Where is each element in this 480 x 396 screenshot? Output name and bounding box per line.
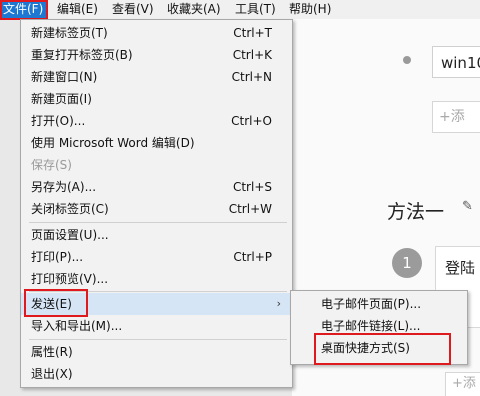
file-menu-dropdown: 新建标签页(T) Ctrl+T 重复打开标签页(B) Ctrl+K 新建窗口(N… — [20, 19, 293, 388]
menu-favorites[interactable]: 收藏夹(A) — [167, 0, 221, 19]
menu-item-label: 新建页面(I) — [31, 92, 92, 106]
menu-item-label: 属性(R) — [31, 345, 73, 359]
menu-item-label: 新建窗口(N) — [31, 70, 98, 84]
menu-item-new-window[interactable]: 新建窗口(N) Ctrl+N — [21, 66, 292, 88]
menu-item-label: 另存为(A)... — [31, 180, 97, 194]
menu-item-save: 保存(S) — [21, 154, 292, 176]
menu-item-close-tab[interactable]: 关闭标签页(C) Ctrl+W — [21, 198, 292, 220]
menu-item-duplicate-tab[interactable]: 重复打开标签页(B) Ctrl+K — [21, 44, 292, 66]
highlight-send-item — [24, 289, 88, 317]
menu-item-label: 重复打开标签页(B) — [31, 48, 133, 62]
menu-item-shortcut: Ctrl+P — [233, 250, 272, 264]
menu-item-print[interactable]: 打印(P)... Ctrl+P — [21, 246, 292, 268]
highlight-desktop-shortcut — [314, 333, 451, 365]
add-step-button[interactable]: +添 — [432, 101, 480, 133]
menu-item-import-export[interactable]: 导入和导出(M)... — [21, 315, 292, 337]
highlight-file-menu — [0, 0, 48, 20]
bullet-dot — [403, 56, 411, 64]
submenu-item-label: 电子邮件页面(P)... — [321, 297, 422, 311]
menu-item-shortcut: Ctrl+W — [228, 202, 272, 216]
menu-item-shortcut: Ctrl+N — [231, 70, 272, 84]
menu-item-shortcut: Ctrl+T — [233, 26, 272, 40]
menu-item-shortcut: Ctrl+K — [232, 48, 272, 62]
menu-item-open[interactable]: 打开(O)... Ctrl+O — [21, 110, 292, 132]
menu-item-label: 打开(O)... — [31, 114, 86, 128]
menu-tools[interactable]: 工具(T) — [235, 0, 276, 19]
menu-separator — [29, 222, 287, 223]
menu-help[interactable]: 帮助(H) — [289, 0, 331, 19]
menu-item-edit-word[interactable]: 使用 Microsoft Word 编辑(D) — [21, 132, 292, 154]
edit-pencil-icon[interactable]: ✎ — [462, 199, 473, 214]
menu-edit[interactable]: 编辑(E) — [57, 0, 98, 19]
step-number-badge: 1 — [392, 248, 422, 278]
menu-item-new-tab[interactable]: 新建标签页(T) Ctrl+T — [21, 22, 292, 44]
menu-view[interactable]: 查看(V) — [112, 0, 154, 19]
menu-item-label: 导入和导出(M)... — [31, 319, 123, 333]
menu-item-label: 打印(P)... — [31, 250, 84, 264]
method-heading: 方法一 — [387, 201, 445, 223]
menu-item-exit[interactable]: 退出(X) — [21, 363, 292, 385]
menu-item-shortcut: Ctrl+O — [231, 114, 272, 128]
add-step-button-2[interactable]: +添 — [445, 372, 480, 396]
menu-bar: 文件(F) 编辑(E) 查看(V) 收藏夹(A) 工具(T) 帮助(H) — [0, 0, 480, 19]
submenu-item-email-page[interactable]: 电子邮件页面(P)... — [291, 293, 467, 315]
menu-item-label: 页面设置(U)... — [31, 228, 109, 242]
menu-item-shortcut: Ctrl+S — [232, 180, 272, 194]
menu-item-new-page[interactable]: 新建页面(I) — [21, 88, 292, 110]
menu-item-label: 退出(X) — [31, 367, 73, 381]
menu-item-page-setup[interactable]: 页面设置(U)... — [21, 224, 292, 246]
menu-item-label: 保存(S) — [31, 158, 72, 172]
menu-item-label: 关闭标签页(C) — [31, 202, 109, 216]
win10-text-box[interactable]: win10 — [432, 46, 480, 78]
menu-item-label: 使用 Microsoft Word 编辑(D) — [31, 136, 195, 150]
menu-item-save-as[interactable]: 另存为(A)... Ctrl+S — [21, 176, 292, 198]
menu-item-print-preview[interactable]: 打印预览(V)... — [21, 268, 292, 290]
menu-item-label: 打印预览(V)... — [31, 272, 109, 286]
submenu-arrow-icon: › — [276, 297, 281, 310]
menu-separator — [29, 339, 287, 340]
menu-item-label: 新建标签页(T) — [31, 26, 108, 40]
menu-item-properties[interactable]: 属性(R) — [21, 341, 292, 363]
